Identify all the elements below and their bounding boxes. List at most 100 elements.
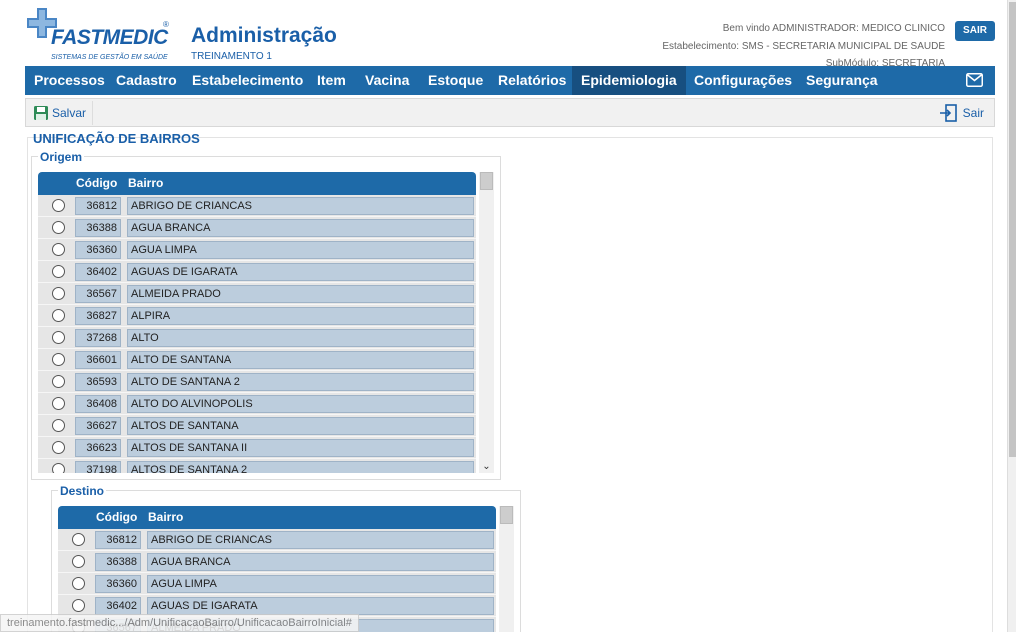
destino-grid-header: Código Bairro [58, 506, 496, 529]
table-row[interactable]: 36627 ALTOS DE SANTANA [38, 415, 476, 437]
row-radio[interactable] [72, 599, 85, 612]
menu-cadastro[interactable]: Cadastro [107, 66, 186, 95]
table-row[interactable]: 37268 ALTO [38, 327, 476, 349]
row-bairro: ALPIRA [127, 307, 474, 325]
table-row[interactable]: 36827 ALPIRA [38, 305, 476, 327]
user-info: Bem vindo ADMINISTRADOR: MEDICO CLINICO … [662, 20, 945, 73]
menu-processos[interactable]: Processos [25, 66, 114, 95]
origem-grid-header: Código Bairro [38, 172, 476, 195]
row-bairro: ALTO DE SANTANA [127, 351, 474, 369]
table-row[interactable]: 36593 ALTO DE SANTANA 2 [38, 371, 476, 393]
header: FASTMEDIC ® SISTEMAS DE GESTÃO EM SAÚDE … [25, 0, 995, 69]
save-button[interactable]: Salvar [30, 101, 94, 125]
table-row[interactable]: 36601 ALTO DE SANTANA [38, 349, 476, 371]
row-radio[interactable] [52, 463, 65, 473]
menu-epidemiologia[interactable]: Epidemiologia [572, 66, 686, 95]
row-code: 36408 [75, 395, 121, 413]
row-code: 36567 [75, 285, 121, 303]
table-row[interactable]: 36402 AGUAS DE IGARATA [38, 261, 476, 283]
save-label: Salvar [52, 106, 87, 120]
row-radio[interactable] [52, 265, 65, 278]
row-code: 36402 [75, 263, 121, 281]
status-bar-url: treinamento.fastmedic.../Adm/UnificacaoB… [0, 614, 359, 632]
row-bairro: ALTO [127, 329, 474, 347]
row-radio[interactable] [72, 555, 85, 568]
row-code: 36402 [95, 597, 141, 615]
menu-vacina[interactable]: Vacina [356, 66, 418, 95]
row-radio[interactable] [52, 199, 65, 212]
origem-scroll-thumb[interactable] [480, 172, 493, 190]
table-row[interactable]: 36623 ALTOS DE SANTANA II [38, 437, 476, 459]
menu-seguranca[interactable]: Segurança [797, 66, 887, 95]
row-radio[interactable] [52, 441, 65, 454]
row-bairro: ABRIGO DE CRIANCAS [127, 197, 474, 215]
exit-button[interactable]: Sair [939, 101, 984, 125]
menu-estoque[interactable]: Estoque [419, 66, 492, 95]
row-bairro: ALMEIDA PRADO [127, 285, 474, 303]
row-radio[interactable] [72, 577, 85, 590]
logout-button[interactable]: SAIR [955, 21, 995, 41]
row-bairro: AGUAS DE IGARATA [127, 263, 474, 281]
toolbar: Salvar Sair [25, 98, 995, 127]
scroll-down-icon[interactable]: ⌄ [479, 461, 494, 473]
row-code: 36601 [75, 351, 121, 369]
row-code: 36360 [95, 575, 141, 593]
table-row[interactable]: 36812 ABRIGO DE CRIANCAS [38, 195, 476, 217]
row-radio[interactable] [52, 397, 65, 410]
exit-label: Sair [962, 106, 984, 120]
envelope-icon[interactable] [966, 73, 983, 87]
page-scroll-thumb[interactable] [1009, 2, 1016, 457]
menu-item[interactable]: Item [308, 66, 355, 95]
table-row[interactable]: 36567 ALMEIDA PRADO [38, 283, 476, 305]
row-radio[interactable] [72, 533, 85, 546]
menu-estabelecimento[interactable]: Estabelecimento [183, 66, 312, 95]
table-row[interactable]: 36408 ALTO DO ALVINOPOLIS [38, 393, 476, 415]
welcome-text: Bem vindo ADMINISTRADOR: MEDICO CLINICO [722, 23, 945, 34]
row-bairro: AGUA BRANCA [147, 553, 494, 571]
row-radio[interactable] [52, 331, 65, 344]
row-radio[interactable] [52, 287, 65, 300]
registered-mark: ® [163, 20, 169, 29]
menu-relatorios[interactable]: Relatórios [489, 66, 575, 95]
origem-panel: Origem Código Bairro 36812 ABRIGO DE CRIA… [31, 150, 501, 480]
row-radio[interactable] [52, 221, 65, 234]
row-bairro: AGUAS DE IGARATA [147, 597, 494, 615]
table-row[interactable]: 36360 AGUA LIMPA [38, 239, 476, 261]
menu-configuracoes[interactable]: Configurações [685, 66, 801, 95]
table-row[interactable]: 36388 AGUA BRANCA [38, 217, 476, 239]
establishment-text: Estabelecimento: SMS - SECRETARIA MUNICI… [662, 40, 945, 52]
row-radio[interactable] [52, 309, 65, 322]
destino-scrollbar[interactable] [499, 506, 514, 632]
row-code: 36388 [95, 553, 141, 571]
row-radio[interactable] [52, 419, 65, 432]
table-row[interactable]: 36360 AGUA LIMPA [58, 573, 496, 595]
row-radio[interactable] [52, 375, 65, 388]
row-code: 37198 [75, 461, 121, 473]
row-code: 37268 [75, 329, 121, 347]
save-icon [34, 106, 48, 120]
row-code: 36388 [75, 219, 121, 237]
row-bairro: ALTOS DE SANTANA [127, 417, 474, 435]
row-code: 36812 [95, 531, 141, 549]
table-row[interactable]: 37198 ALTOS DE SANTANA 2 [38, 459, 476, 473]
row-bairro: ALTOS DE SANTANA 2 [127, 461, 474, 473]
row-bairro: ALTO DE SANTANA 2 [127, 373, 474, 391]
page-scrollbar[interactable] [1007, 0, 1016, 632]
row-code: 36627 [75, 417, 121, 435]
row-bairro: AGUA BRANCA [127, 219, 474, 237]
logo: FASTMEDIC ® SISTEMAS DE GESTÃO EM SAÚDE [25, 4, 175, 62]
row-bairro: ALTOS DE SANTANA II [127, 439, 474, 457]
table-row[interactable]: 36812 ABRIGO DE CRIANCAS [58, 529, 496, 551]
row-radio[interactable] [52, 353, 65, 366]
row-radio[interactable] [52, 243, 65, 256]
origem-scrollbar[interactable]: ⌄ [479, 172, 494, 473]
main-menu: Processos Cadastro Estabelecimento Item … [25, 66, 995, 95]
table-row[interactable]: 36388 AGUA BRANCA [58, 551, 496, 573]
row-bairro: AGUA LIMPA [127, 241, 474, 259]
row-code: 36827 [75, 307, 121, 325]
app-subtitle: TREINAMENTO 1 [191, 51, 272, 62]
page-title: UNIFICAÇÃO DE BAIRROS [33, 131, 200, 146]
row-code: 36360 [75, 241, 121, 259]
row-bairro: AGUA LIMPA [147, 575, 494, 593]
destino-scroll-thumb[interactable] [500, 506, 513, 524]
